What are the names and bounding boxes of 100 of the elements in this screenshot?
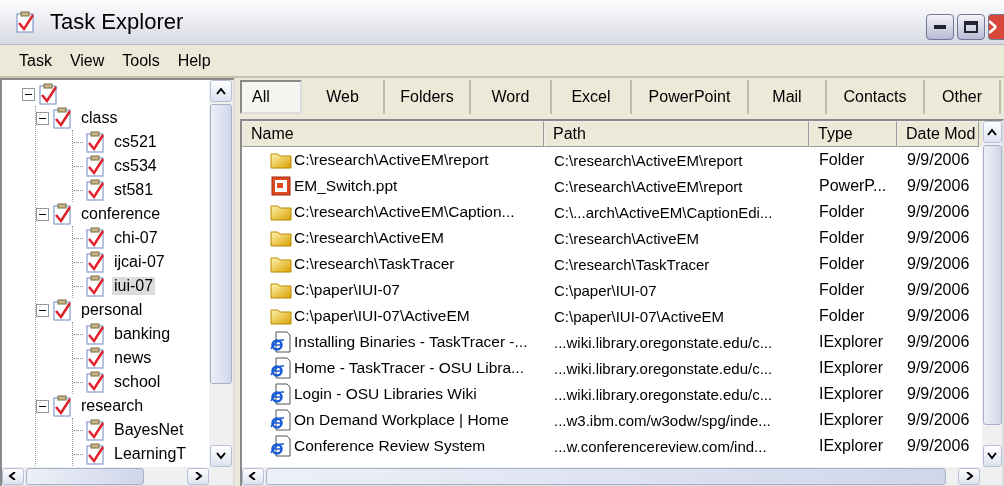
tree-item[interactable]: BayesNet <box>112 421 186 439</box>
table-cell: PowerP... <box>819 177 887 195</box>
table-cell: C:\research\ActiveEM\report <box>554 177 743 195</box>
filter-tab[interactable]: All <box>240 80 302 114</box>
task-icon <box>84 179 106 201</box>
web-page-icon <box>270 357 292 379</box>
caret-down-icon <box>987 452 997 460</box>
table-cell: IExplorer <box>819 411 884 429</box>
file-name: On Demand Workplace | Home <box>294 411 509 429</box>
tree-item[interactable]: cs521 <box>112 133 159 151</box>
task-icon <box>84 347 106 369</box>
tree-item[interactable]: iui-07 <box>112 277 156 295</box>
caret-right-icon <box>193 472 203 480</box>
task-icon <box>37 83 59 105</box>
tree-item[interactable]: research <box>79 397 146 415</box>
tree-item[interactable]: cs534 <box>112 157 159 175</box>
task-icon <box>84 443 106 465</box>
table-cell: C:\research\TaskTracer <box>554 255 710 273</box>
table-cell: IExplorer <box>819 333 884 351</box>
collapse-toggle[interactable] <box>36 111 49 125</box>
web-page-icon <box>270 331 292 353</box>
folder-icon <box>270 307 292 325</box>
horizontal-scrollbar[interactable] <box>2 467 233 485</box>
horizontal-scrollbar[interactable] <box>242 467 1002 485</box>
table-cell: 9/9/2006 <box>907 229 970 247</box>
file-name: EM_Switch.ppt <box>294 177 398 195</box>
column-header[interactable]: Type <box>809 121 897 147</box>
menu-item[interactable]: Task <box>10 51 61 70</box>
table-cell: IExplorer <box>819 359 884 377</box>
table-cell: 9/9/2006 <box>907 411 970 429</box>
file-name: C:\research\ActiveEM <box>294 229 444 247</box>
table-cell: ...wiki.library.oregonstate.edu/c... <box>554 333 773 351</box>
table-cell: C:\...arch\ActiveEM\CaptionEdi... <box>554 203 773 221</box>
file-name: C:\paper\IUI-07\ActiveEM <box>294 307 470 325</box>
file-name: Conference Review System <box>294 437 486 455</box>
tree-item[interactable]: LearningT <box>112 445 189 463</box>
file-name: C:\paper\IUI-07 <box>294 281 400 299</box>
caret-left-icon <box>248 472 258 480</box>
minimize-button[interactable] <box>926 14 954 40</box>
caret-right-icon <box>964 472 974 480</box>
maximize-button[interactable] <box>957 14 985 40</box>
file-name: C:\research\TaskTracer <box>294 255 455 273</box>
collapse-toggle[interactable] <box>36 303 49 317</box>
caret-left-icon <box>8 472 18 480</box>
vertical-scrollbar[interactable] <box>209 80 233 467</box>
web-page-icon <box>270 409 292 431</box>
file-name: Login - OSU Libraries Wiki <box>294 385 477 403</box>
web-page-icon <box>270 383 292 405</box>
table-cell: ...wiki.library.oregonstate.edu/c... <box>554 385 773 403</box>
menu-item[interactable]: Tools <box>113 51 169 70</box>
table-cell: 9/9/2006 <box>907 385 970 403</box>
collapse-toggle[interactable] <box>36 399 49 413</box>
task-icon <box>51 107 73 129</box>
close-button[interactable] <box>988 14 1004 40</box>
table-cell: IExplorer <box>819 437 884 455</box>
table-cell: Folder <box>819 307 865 325</box>
task-icon <box>51 203 73 225</box>
task-icon <box>84 371 106 393</box>
task-icon <box>14 11 36 33</box>
column-header[interactable]: Path <box>544 121 809 147</box>
tree-item[interactable]: banking <box>112 325 173 343</box>
folder-icon <box>270 151 292 169</box>
table-cell: Folder <box>819 203 865 221</box>
task-icon <box>84 131 106 153</box>
table-cell: C:\paper\IUI-07 <box>554 281 657 299</box>
folder-icon <box>270 203 292 221</box>
table-cell: Folder <box>819 229 865 247</box>
tree-item[interactable]: news <box>112 349 154 367</box>
collapse-toggle[interactable] <box>36 207 49 221</box>
collapse-toggle[interactable] <box>22 87 35 101</box>
column-header[interactable]: Name <box>242 121 544 147</box>
tree-item[interactable]: class <box>79 109 120 127</box>
tree-item[interactable]: conference <box>79 205 163 223</box>
folder-icon <box>270 255 292 273</box>
menu-item[interactable]: Help <box>168 51 220 70</box>
table-cell: 9/9/2006 <box>907 437 970 455</box>
tree-item[interactable]: personal <box>79 301 145 319</box>
table-cell: Folder <box>819 255 865 273</box>
table-cell: C:\paper\IUI-07\ActiveEM <box>554 307 725 325</box>
task-icon <box>84 155 106 177</box>
task-icon <box>51 395 73 417</box>
task-icon <box>84 251 106 273</box>
table-cell: IExplorer <box>819 385 884 403</box>
file-name: C:\research\ActiveEM\Caption... <box>294 203 515 221</box>
table-cell: C:\research\ActiveEM <box>554 229 700 247</box>
vertical-scrollbar[interactable] <box>982 121 1002 467</box>
slide-file-icon <box>270 176 292 196</box>
table-cell: 9/9/2006 <box>907 203 970 221</box>
table-cell: ...w3.ibm.com/w3odw/spg/inde... <box>554 411 771 429</box>
tree-item[interactable]: chi-07 <box>112 229 160 247</box>
tree-item[interactable]: ijcai-07 <box>112 253 167 271</box>
tree-item[interactable]: school <box>112 373 163 391</box>
column-header[interactable]: Date Mod <box>897 121 979 147</box>
tree-item[interactable]: st581 <box>112 181 156 199</box>
menu-item[interactable]: View <box>60 51 114 70</box>
task-icon <box>51 299 73 321</box>
table-cell: 9/9/2006 <box>907 177 970 195</box>
maximize-icon <box>964 21 978 33</box>
folder-icon <box>270 281 292 299</box>
task-icon <box>84 227 106 249</box>
